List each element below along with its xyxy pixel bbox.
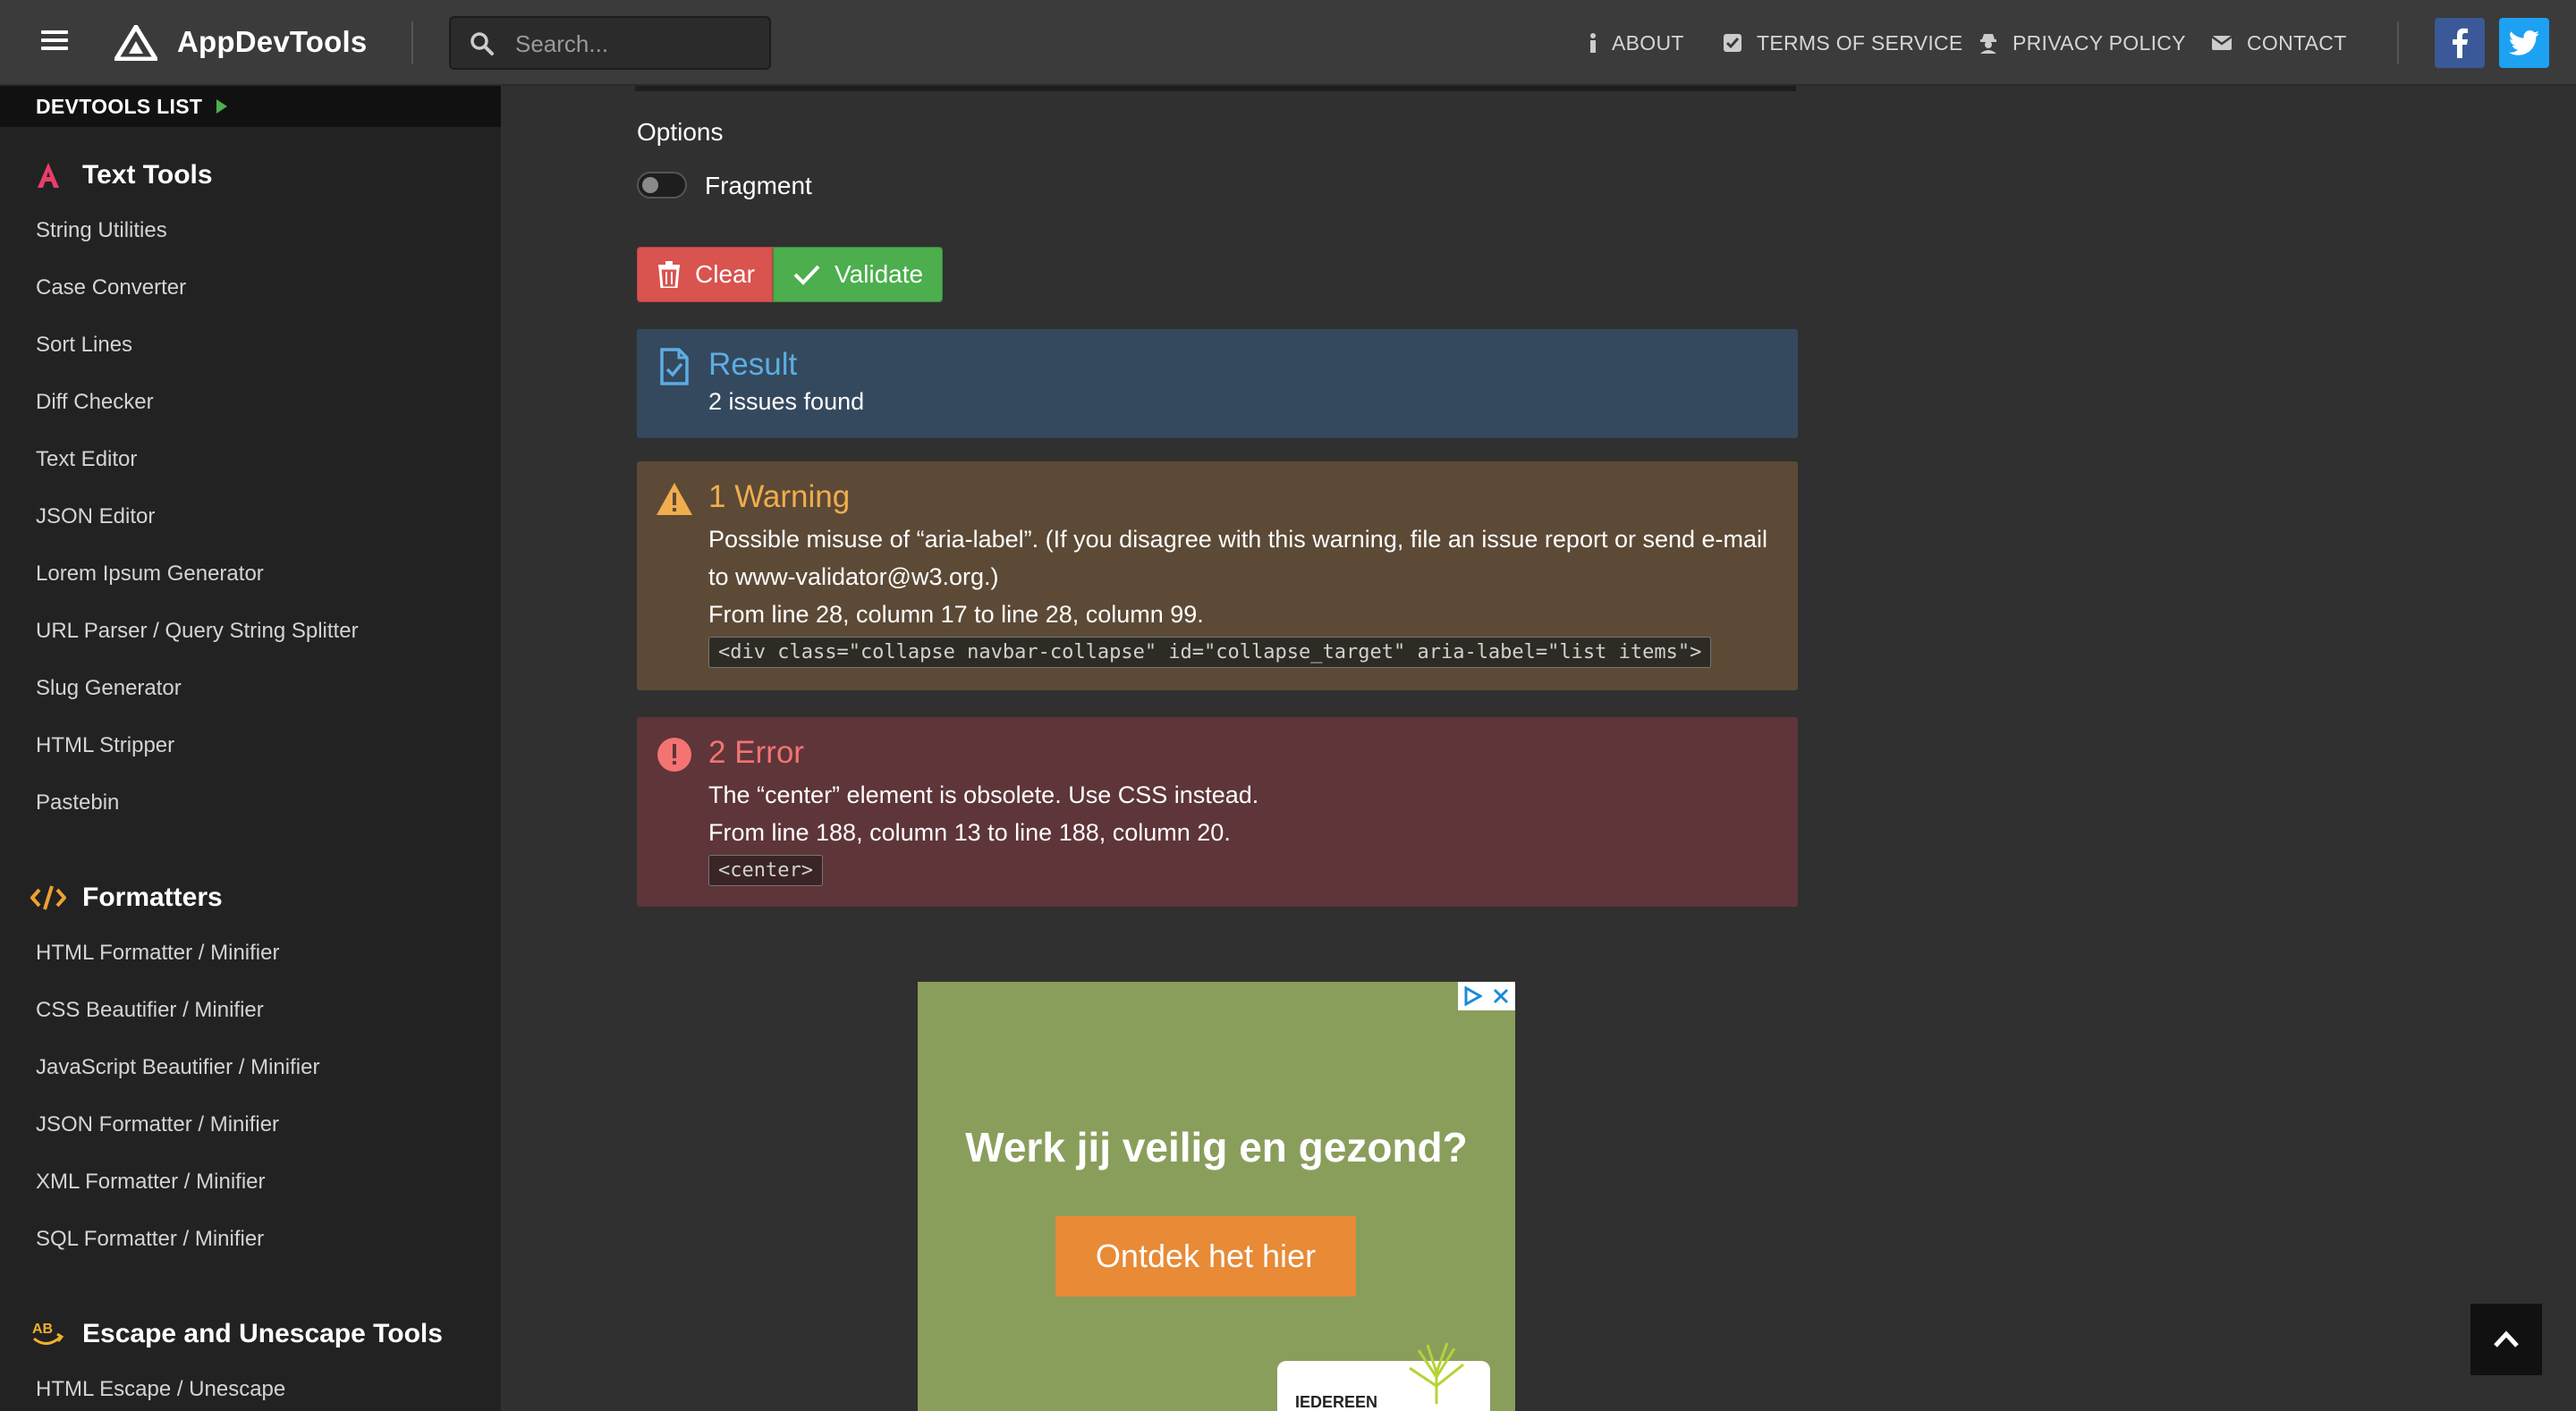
section-title-text-tools: Text Tools — [30, 157, 213, 193]
top-navbar: AppDevTools ABOUT TERMS OF SERVICE PRIVA… — [0, 0, 2576, 86]
error-exclamation-icon — [655, 735, 694, 774]
menu-icon[interactable] — [41, 29, 68, 52]
clear-button[interactable]: Clear — [637, 247, 773, 302]
main-content: Options Fragment Clear Validate Result 2… — [501, 86, 2576, 1411]
warning-message: Possible misuse of “aria-label”. (If you… — [708, 526, 1768, 590]
sidebar-item[interactable]: SQL Formatter / Minifier — [36, 1225, 264, 1254]
result-title: Result — [708, 347, 798, 382]
search-box[interactable] — [449, 16, 771, 70]
user-secret-icon — [1979, 32, 1998, 54]
result-summary: 2 issues found — [708, 388, 865, 415]
section-title-label: Text Tools — [82, 160, 213, 190]
warning-title: 1 Warning — [708, 479, 851, 514]
sidebar-item[interactable]: Lorem Ipsum Generator — [36, 560, 264, 588]
sidebar-item[interactable]: Slug Generator — [36, 674, 182, 703]
options-label: Options — [637, 118, 724, 146]
code-icon — [30, 880, 66, 916]
advertisement[interactable]: Werk jij veilig en gezond? Ontdek het hi… — [918, 982, 1515, 1411]
ad-thumbnail-text: IEDEREEN — [1295, 1393, 1378, 1411]
envelope-icon — [2211, 35, 2233, 51]
checkbox-icon — [1723, 33, 1742, 53]
chevron-up-icon — [2494, 1331, 2519, 1348]
nav-divider — [2397, 21, 2399, 64]
validate-button-label: Validate — [835, 260, 924, 288]
file-check-icon — [655, 347, 694, 386]
nav-link-contact[interactable]: CONTACT — [2211, 29, 2347, 57]
sidebar-item[interactable]: HTML Formatter / Minifier — [36, 939, 279, 967]
result-card: Result 2 issues found — [637, 329, 1798, 438]
error-location: From line 188, column 13 to line 188, co… — [708, 819, 1231, 846]
brand-name[interactable]: AppDevTools — [177, 25, 367, 59]
trash-icon — [657, 261, 681, 288]
ad-cta-button[interactable]: Ontdek het hier — [1055, 1216, 1356, 1297]
svg-text:AB: AB — [32, 1322, 53, 1337]
logo-icon — [114, 25, 157, 61]
sidebar-item[interactable]: Diff Checker — [36, 388, 154, 417]
error-message: The “center” element is obsolete. Use CS… — [708, 782, 1259, 808]
nav-link-label: ABOUT — [1612, 30, 1684, 55]
nav-link-label: CONTACT — [2247, 30, 2347, 55]
sidebar-item[interactable]: Case Converter — [36, 274, 186, 302]
fragment-label: Fragment — [705, 172, 812, 199]
sidebar-item[interactable]: Sort Lines — [36, 331, 132, 359]
validate-button[interactable]: Validate — [773, 247, 943, 302]
search-icon — [470, 32, 494, 55]
back-to-top-button[interactable] — [2470, 1304, 2542, 1375]
caret-right-icon — [216, 99, 228, 114]
devtools-list-label: DEVTOOLS LIST — [36, 94, 203, 118]
nav-link-about[interactable]: ABOUT — [1589, 29, 1684, 57]
warning-card: 1 Warning Possible misuse of “aria-label… — [637, 461, 1798, 690]
sidebar-item[interactable]: Text Editor — [36, 445, 137, 474]
sidebar-item[interactable]: String Utilities — [36, 216, 167, 245]
sidebar-item[interactable]: HTML Stripper — [36, 731, 174, 760]
sidebar-item[interactable]: JavaScript Beautifier / Minifier — [36, 1053, 319, 1082]
sidebar-item[interactable]: JSON Editor — [36, 503, 155, 531]
twitter-button[interactable] — [2499, 18, 2549, 68]
sidebar-item[interactable]: XML Formatter / Minifier — [36, 1168, 266, 1196]
section-title-label: Escape and Unescape Tools — [82, 1319, 443, 1348]
nav-link-label: TERMS OF SERVICE — [1757, 30, 1963, 55]
ad-close-icon[interactable] — [1487, 982, 1515, 1010]
nav-divider — [411, 21, 413, 64]
sidebar-item[interactable]: Pastebin — [36, 789, 119, 817]
sidebar-item[interactable]: HTML Escape / Unescape — [36, 1375, 285, 1404]
nav-link-privacy[interactable]: PRIVACY POLICY — [1979, 29, 2186, 57]
sidebar-item[interactable]: URL Parser / Query String Splitter — [36, 617, 359, 646]
sidebar: DEVTOOLS LIST Text Tools String Utilitie… — [0, 86, 501, 1411]
ad-plant-image — [1409, 1342, 1464, 1404]
editor-bottom-edge — [635, 86, 1796, 91]
escape-ab-icon: AB — [30, 1316, 66, 1352]
warning-icon — [655, 479, 694, 519]
error-title: 2 Error — [708, 735, 804, 770]
fragment-toggle[interactable] — [637, 172, 687, 199]
facebook-button[interactable] — [2435, 18, 2485, 68]
ad-choices-icon[interactable] — [1458, 982, 1487, 1010]
error-code-snippet: <center> — [708, 855, 823, 886]
clear-button-label: Clear — [695, 260, 755, 288]
warning-location: From line 28, column 17 to line 28, colu… — [708, 601, 1204, 628]
devtools-list-toggle[interactable]: DEVTOOLS LIST — [0, 86, 501, 127]
twitter-icon — [2509, 30, 2539, 55]
section-title-formatters: Formatters — [30, 880, 223, 916]
ad-headline: Werk jij veilig en gezond? — [965, 1124, 1468, 1170]
error-card: 2 Error The “center” element is obsolete… — [637, 717, 1798, 907]
sidebar-item[interactable]: CSS Beautifier / Minifier — [36, 996, 264, 1025]
sidebar-item[interactable]: JSON Formatter / Minifier — [36, 1111, 279, 1139]
section-title-label: Formatters — [82, 883, 223, 912]
section-title-escape-tools: AB Escape and Unescape Tools — [30, 1316, 443, 1352]
facebook-icon — [2453, 28, 2468, 58]
nav-link-terms[interactable]: TERMS OF SERVICE — [1723, 29, 1963, 57]
nav-link-label: PRIVACY POLICY — [2012, 30, 2186, 55]
warning-code-snippet: <div class="collapse navbar-collapse" id… — [708, 637, 1712, 668]
toggle-knob — [642, 177, 658, 193]
ad-choices[interactable] — [1458, 982, 1515, 1010]
info-icon — [1589, 32, 1597, 54]
text-a-icon — [30, 157, 66, 193]
search-input[interactable] — [515, 29, 757, 59]
check-icon — [793, 264, 820, 285]
